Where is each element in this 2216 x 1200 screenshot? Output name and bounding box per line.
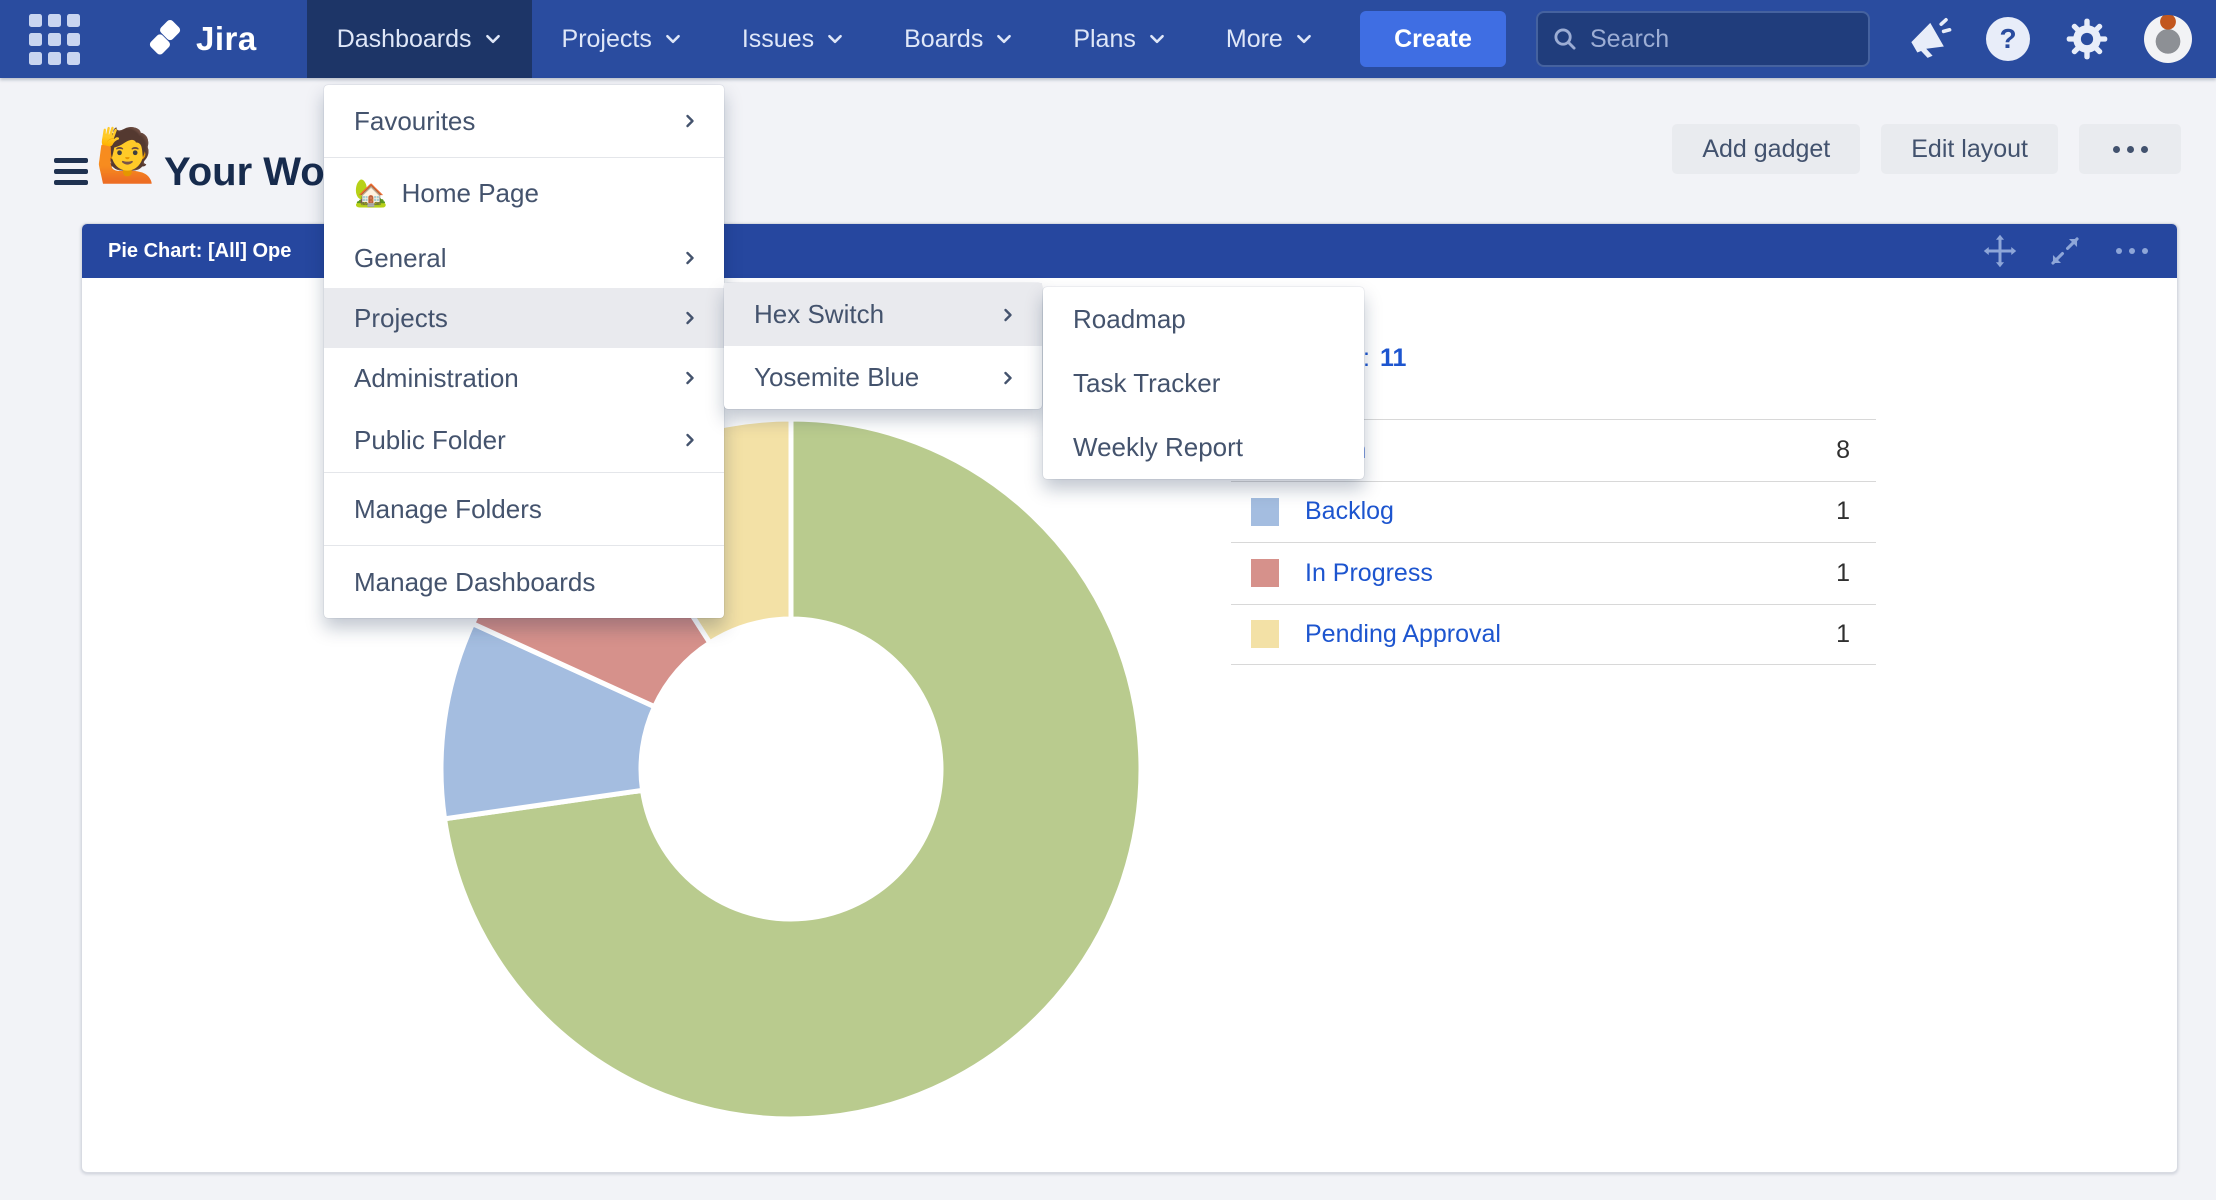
create-button[interactable]: Create: [1360, 11, 1506, 67]
top-navigation: Jira Dashboards Projects Issues Boards P…: [0, 0, 2216, 78]
add-gadget-button[interactable]: Add gadget: [1672, 124, 1860, 174]
gadget-title: Pie Chart: [All] Ope: [108, 240, 291, 263]
chevron-down-icon: [826, 30, 844, 48]
menu-item-projects[interactable]: Projects: [324, 288, 724, 348]
chevron-down-icon: [995, 30, 1013, 48]
dashboards-menu: Favourites 🏡 Home Page General Projects …: [324, 85, 724, 618]
page-title-emoji: 🙋: [95, 126, 160, 186]
legend-label-link[interactable]: Backlog: [1305, 497, 1394, 526]
edit-layout-button[interactable]: Edit layout: [1881, 124, 2058, 174]
move-gadget-icon[interactable]: [1982, 233, 2018, 269]
legend-row: In Progress 1: [1231, 542, 1876, 604]
chevron-down-icon: [1148, 30, 1166, 48]
hex-switch-submenu: Roadmap Task Tracker Weekly Report: [1043, 287, 1364, 479]
gadget-tools: [1982, 233, 2151, 269]
legend-value: 8: [1836, 436, 1850, 465]
nav-plans[interactable]: Plans: [1043, 0, 1196, 78]
help-icon: ?: [1986, 17, 2030, 61]
help-button[interactable]: ?: [1986, 17, 2030, 61]
legend-label-link[interactable]: In Progress: [1305, 559, 1433, 588]
announcements-button[interactable]: [1904, 15, 1952, 63]
chevron-right-icon: [1000, 370, 1016, 386]
nav-more[interactable]: More: [1196, 0, 1343, 78]
legend-value: 1: [1836, 559, 1850, 588]
jira-dashboard-screen: Jira Dashboards Projects Issues Boards P…: [0, 0, 2216, 1200]
menu-item-home-page[interactable]: 🏡 Home Page: [324, 158, 724, 228]
user-avatar[interactable]: [2144, 15, 2192, 63]
nav-dashboards[interactable]: Dashboards: [307, 0, 532, 78]
chevron-right-icon: [682, 310, 698, 326]
chevron-right-icon: [1000, 307, 1016, 323]
menu-item-yosemite-blue[interactable]: Yosemite Blue: [724, 346, 1042, 409]
menu-item-manage-folders[interactable]: Manage Folders: [324, 479, 724, 539]
menu-item-task-tracker[interactable]: Task Tracker: [1043, 351, 1364, 415]
search-input[interactable]: [1590, 25, 1854, 54]
menu-item-favourites[interactable]: Favourites: [324, 89, 724, 153]
legend-swatch: [1251, 620, 1279, 648]
chevron-right-icon: [682, 432, 698, 448]
chevron-down-icon: [664, 30, 682, 48]
menu-item-weekly-report[interactable]: Weekly Report: [1043, 415, 1364, 479]
chevron-down-icon: [484, 30, 502, 48]
search-box[interactable]: [1536, 11, 1870, 67]
house-emoji-icon: 🏡: [354, 177, 388, 209]
gear-icon: [2064, 16, 2110, 62]
megaphone-icon: [1904, 15, 1952, 63]
menu-item-manage-dashboards[interactable]: Manage Dashboards: [324, 552, 724, 612]
gadget-menu-icon[interactable]: [2112, 248, 2151, 254]
menu-item-roadmap[interactable]: Roadmap: [1043, 287, 1364, 351]
chevron-right-icon: [682, 113, 698, 129]
legend-swatch: [1251, 559, 1279, 587]
legend-value: 1: [1836, 620, 1850, 649]
nav-projects[interactable]: Projects: [532, 0, 712, 78]
menu-item-general[interactable]: General: [324, 228, 724, 288]
page-title: Your Wo: [164, 150, 325, 195]
sidebar-toggle-button[interactable]: [54, 158, 88, 191]
jira-logo[interactable]: Jira: [144, 18, 257, 60]
dashboard-actions: Add gadget Edit layout: [1672, 124, 2181, 174]
search-icon: [1552, 26, 1578, 52]
chevron-right-icon: [682, 250, 698, 266]
legend-row: Pending Approval 1: [1231, 604, 1876, 666]
legend-label-link[interactable]: Pending Approval: [1305, 620, 1501, 649]
app-switcher-grid-icon: [29, 14, 80, 65]
projects-submenu: Hex Switch Yosemite Blue: [724, 283, 1042, 409]
menu-item-public-folder[interactable]: Public Folder: [324, 408, 724, 472]
more-options-button[interactable]: [2079, 124, 2181, 174]
chevron-right-icon: [682, 370, 698, 386]
nav-issues[interactable]: Issues: [712, 0, 874, 78]
jira-logo-icon: [144, 18, 186, 60]
legend-row: Backlog 1: [1231, 481, 1876, 543]
menu-item-administration[interactable]: Administration: [324, 348, 724, 408]
ellipsis-icon: [2109, 146, 2151, 153]
expand-gadget-icon[interactable]: [2048, 234, 2082, 268]
legend-value: 1: [1836, 497, 1850, 526]
app-switcher-button[interactable]: [26, 13, 82, 65]
legend-swatch: [1251, 498, 1279, 526]
chevron-down-icon: [1295, 30, 1313, 48]
menu-item-hex-switch[interactable]: Hex Switch: [724, 283, 1042, 346]
jira-logo-text: Jira: [196, 20, 257, 58]
nav-boards[interactable]: Boards: [874, 0, 1043, 78]
settings-button[interactable]: [2064, 16, 2110, 62]
